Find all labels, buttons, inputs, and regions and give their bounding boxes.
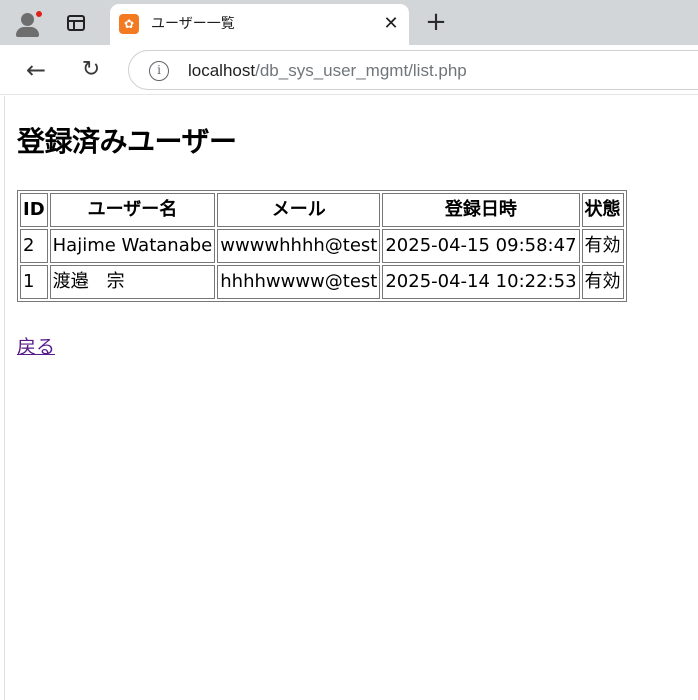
tab-title: ユーザー一覧 xyxy=(151,16,235,32)
table-row: 1 渡邉 宗 hhhhwwww@test 2025-04-14 10:22:53… xyxy=(20,265,624,299)
notification-dot xyxy=(34,9,44,19)
tab-strip: ✿ ユーザー一覧 ✕ + xyxy=(0,0,698,45)
cell-status: 有効 xyxy=(581,265,624,299)
cell-username: 渡邉 宗 xyxy=(49,265,216,299)
url-text[interactable]: localhost/db_sys_user_mgmt/list.php xyxy=(188,60,467,82)
cell-username: Hajime Watanabe xyxy=(49,229,216,263)
table-row: 2 Hajime Watanabe wwwwhhhh@test 2025-04-… xyxy=(20,229,624,263)
address-bar[interactable]: i localhost/db_sys_user_mgmt/list.php xyxy=(128,50,698,90)
url-path: /db_sys_user_mgmt/list.php xyxy=(255,61,467,80)
cell-registered-at: 2025-04-14 10:22:53 xyxy=(382,265,580,299)
back-link[interactable]: 戻る xyxy=(17,334,55,360)
new-tab-button[interactable]: + xyxy=(422,9,450,37)
cell-email: hhhhwwww@test xyxy=(217,265,381,299)
column-header-registered-at: 登録日時 xyxy=(382,193,580,227)
cell-registered-at: 2025-04-15 09:58:47 xyxy=(382,229,580,263)
browser-toolbar: ← ↻ i localhost/db_sys_user_mgmt/list.ph… xyxy=(0,45,698,95)
profile-head xyxy=(21,13,34,26)
table-header-row: ID ユーザー名 メール 登録日時 状態 xyxy=(20,193,624,227)
users-table: ID ユーザー名 メール 登録日時 状態 2 Hajime Watanabe w… xyxy=(17,190,627,302)
url-host: localhost xyxy=(188,61,256,80)
cell-id: 1 xyxy=(20,265,48,299)
column-header-username: ユーザー名 xyxy=(49,193,216,227)
profile-icon[interactable] xyxy=(13,9,44,39)
page-viewport: 登録済みユーザー ID ユーザー名 メール 登録日時 状態 2 Hajime W… xyxy=(4,96,698,700)
back-arrow-icon[interactable]: ← xyxy=(22,56,50,84)
close-icon[interactable]: ✕ xyxy=(380,13,402,35)
tab-actions-window-glyph xyxy=(67,15,85,31)
cell-email: wwwwhhhh@test xyxy=(217,229,381,263)
active-tab[interactable]: ✿ ユーザー一覧 ✕ xyxy=(110,4,409,45)
tab-actions-icon[interactable] xyxy=(60,9,90,37)
column-header-id: ID xyxy=(20,193,48,227)
cell-status: 有効 xyxy=(581,229,624,263)
column-header-status: 状態 xyxy=(581,193,624,227)
profile-body xyxy=(16,27,39,37)
cell-id: 2 xyxy=(20,229,48,263)
info-icon[interactable]: i xyxy=(149,61,169,81)
reload-icon[interactable]: ↻ xyxy=(77,56,105,84)
page-title: 登録済みユーザー xyxy=(17,125,237,158)
xampp-favicon-icon: ✿ xyxy=(119,14,139,34)
column-header-email: メール xyxy=(217,193,381,227)
